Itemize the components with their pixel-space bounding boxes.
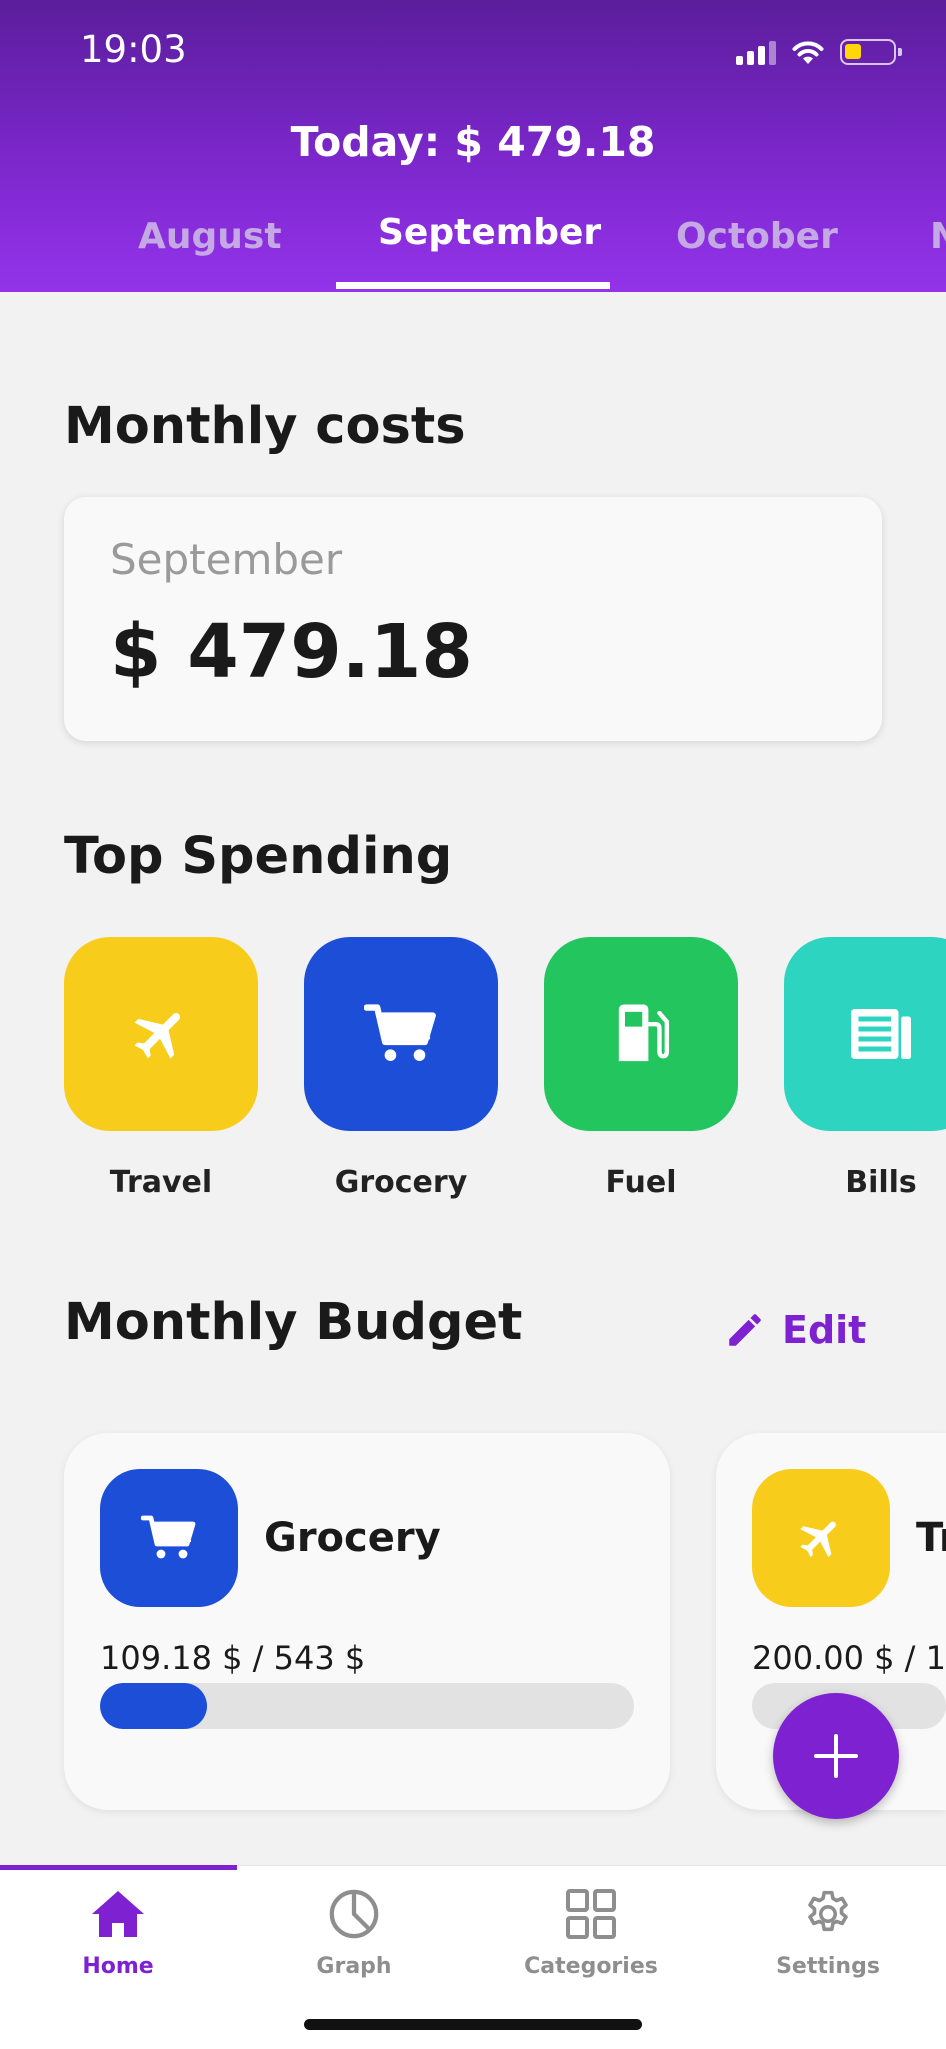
plus-icon	[814, 1734, 858, 1778]
header: 19:03 Today: $ 479.18 August September O…	[0, 0, 946, 292]
bills-tile[interactable]	[784, 937, 946, 1131]
status-time: 19:03	[80, 28, 187, 71]
budget-grocery-tile	[100, 1469, 238, 1607]
cost-month: September	[110, 535, 343, 584]
nav-categories-label: Categories	[524, 1954, 658, 1979]
fuel-pump-icon	[618, 1004, 670, 1062]
fuel-tile[interactable]	[544, 937, 738, 1131]
cost-amount: $ 479.18	[110, 609, 473, 695]
home-icon	[92, 1891, 144, 1937]
budget-name: Tr	[916, 1515, 946, 1561]
travel-tile[interactable]	[64, 937, 258, 1131]
spending-bills[interactable]: Bills	[784, 937, 946, 1200]
cart-icon	[364, 1004, 436, 1061]
nav-settings[interactable]: Settings	[710, 1884, 946, 1979]
airplane-icon	[800, 1521, 836, 1558]
budget-name: Grocery	[264, 1515, 441, 1561]
fuel-label: Fuel	[605, 1165, 677, 1200]
home-indicator	[304, 2019, 642, 2030]
spending-travel[interactable]: Travel	[64, 937, 258, 1200]
tab-next-month[interactable]: N	[930, 216, 946, 257]
budget-travel-tile	[752, 1469, 890, 1607]
nav-categories[interactable]: Categories	[473, 1884, 709, 1979]
grocery-label: Grocery	[334, 1165, 468, 1200]
newspaper-icon	[851, 1009, 911, 1059]
edit-label: Edit	[782, 1308, 867, 1352]
grocery-tile[interactable]	[304, 937, 498, 1131]
add-expense-button[interactable]	[773, 1693, 899, 1819]
spending-fuel[interactable]: Fuel	[544, 937, 738, 1200]
travel-label: Travel	[109, 1165, 213, 1200]
nav-home[interactable]: Home	[0, 1884, 236, 1979]
nav-graph-label: Graph	[316, 1954, 392, 1979]
tab-october[interactable]: October	[676, 216, 838, 257]
cellular-signal-icon	[736, 39, 776, 65]
spending-grocery[interactable]: Grocery	[304, 937, 498, 1200]
pie-chart-icon	[329, 1889, 379, 1939]
tab-august[interactable]: August	[138, 216, 282, 257]
edit-budget-button[interactable]: Edit	[724, 1308, 866, 1352]
monthly-budget-title: Monthly Budget	[64, 1293, 523, 1352]
monthly-costs-title: Monthly costs	[64, 397, 466, 456]
cart-icon	[141, 1515, 196, 1559]
tab-september[interactable]: September	[378, 212, 601, 253]
budget-amount: 109.18 $ / 543 $	[100, 1639, 366, 1677]
nav-graph[interactable]: Graph	[236, 1884, 472, 1979]
pencil-icon	[729, 1314, 761, 1346]
battery-icon	[840, 39, 902, 65]
budget-amount: 200.00 $ / 10	[752, 1639, 946, 1677]
status-icons	[736, 34, 902, 70]
budget-progress-bar	[100, 1683, 634, 1729]
nav-settings-label: Settings	[776, 1954, 880, 1979]
airplane-icon	[134, 1013, 181, 1059]
gear-icon	[808, 1890, 848, 1932]
monthly-cost-card[interactable]: September $ 479.18	[64, 497, 882, 741]
today-total: Today: $ 479.18	[290, 118, 656, 166]
budget-card-grocery[interactable]: Grocery 109.18 $ / 543 $	[64, 1433, 670, 1810]
wifi-icon	[792, 41, 824, 64]
active-tab-indicator	[336, 282, 610, 289]
top-spending-title: Top Spending	[64, 827, 453, 886]
grid-icon	[566, 1889, 616, 1939]
nav-active-indicator	[0, 1865, 237, 1870]
bills-label: Bills	[845, 1165, 917, 1200]
budget-progress-fill	[100, 1683, 207, 1729]
nav-home-label: Home	[82, 1954, 154, 1979]
